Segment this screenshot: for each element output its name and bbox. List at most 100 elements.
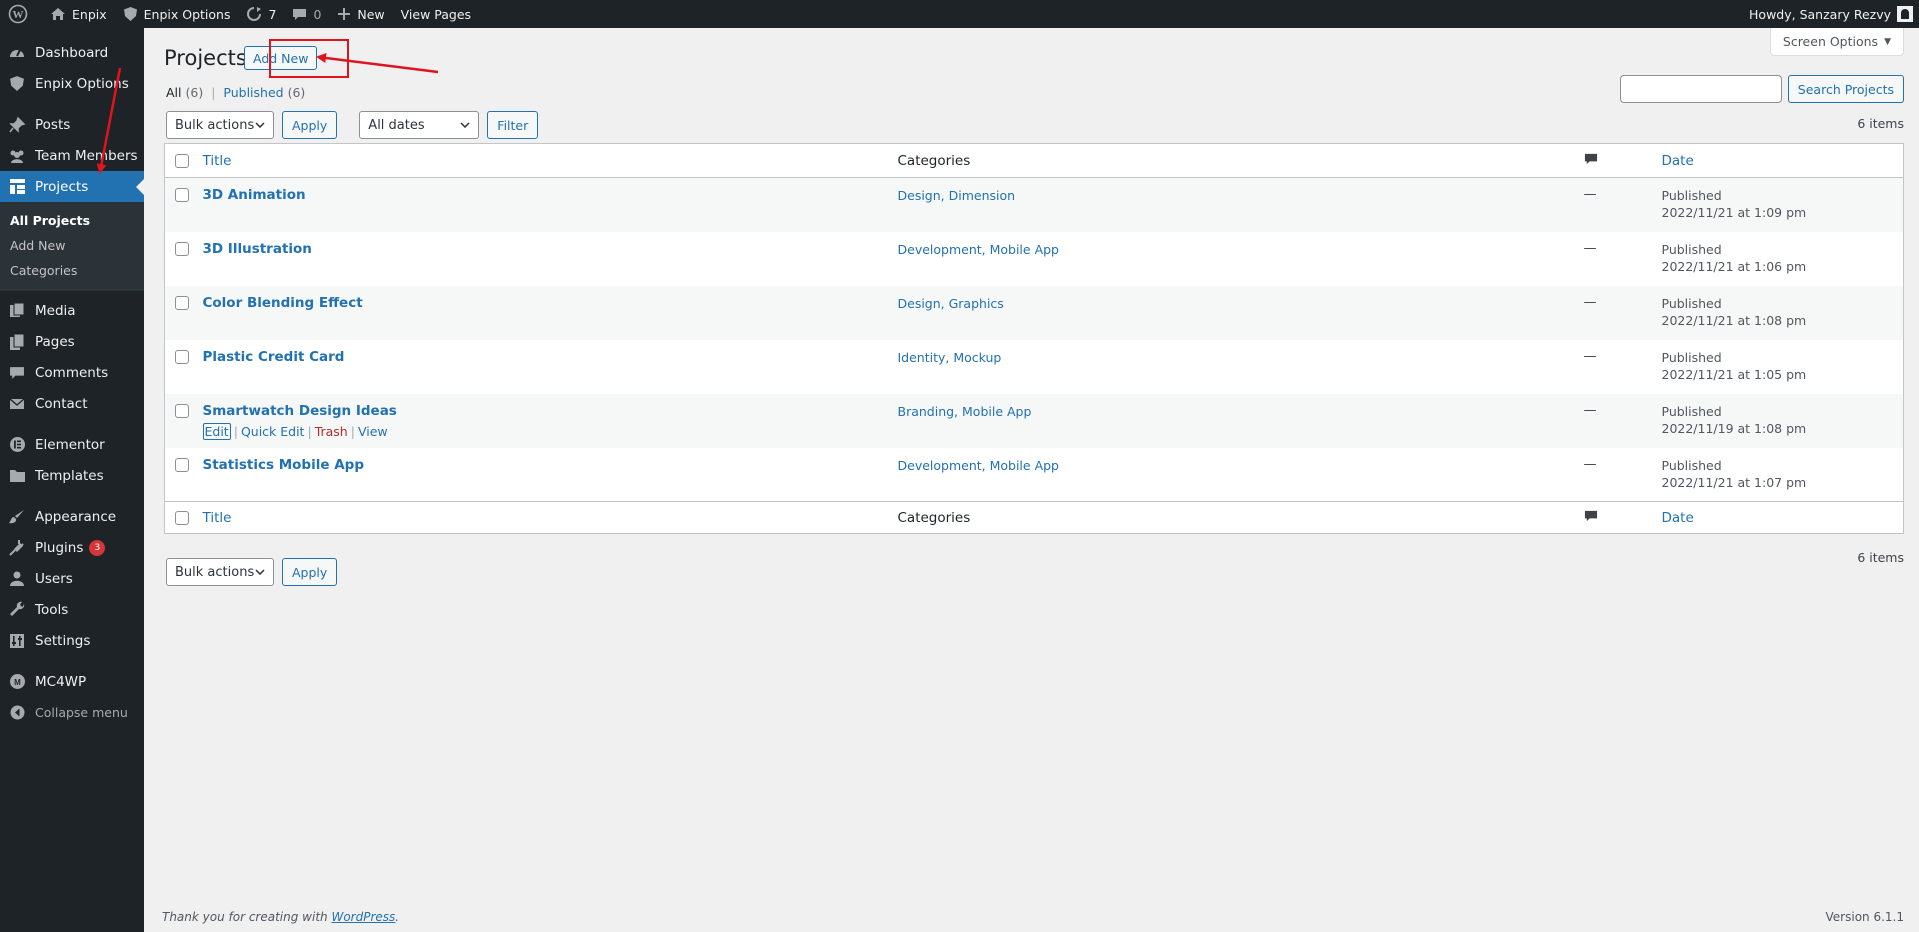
menu-media[interactable]: Media [0,295,144,326]
chevron-down-icon [255,569,265,575]
settings-sliders-icon [8,632,26,650]
menu-team-members[interactable]: Team Members [0,140,144,171]
collapse-menu-button[interactable]: Collapse menu [0,697,144,728]
menu-elementor[interactable]: Elementor [0,429,144,460]
bulk-actions-select-bottom[interactable]: Bulk actions [166,558,274,586]
row-title-link[interactable]: Plastic Credit Card [203,340,898,365]
menu-plugins[interactable]: Plugins 3 [0,532,144,563]
table-row: Color Blending Effect Design, Graphics —… [164,285,1904,340]
menu-enpix-options[interactable]: Enpix Options [0,68,144,99]
row-date: Published 2022/11/19 at 1:08 pm [1661,403,1807,436]
table-row: 3D Illustration Development, Mobile App … [165,232,1904,286]
folder-icon [8,467,26,485]
enpix-options-link[interactable]: Enpix Options [115,0,239,28]
plus-icon [338,8,351,20]
row-action-trash[interactable]: Trash [315,424,348,439]
select-all-checkbox-footer[interactable] [175,510,189,525]
view-pages-link[interactable]: View Pages [393,0,479,28]
mc4wp-logo-icon: M [8,673,26,691]
pages-icon [8,333,26,351]
dates-filter-select[interactable]: All dates [359,111,480,139]
filter-published[interactable]: Published (6) [223,85,305,100]
refresh-icon [247,7,262,21]
row-checkbox[interactable] [175,188,189,202]
my-account-link[interactable]: Howdy, Sanzary Rezvy [1741,0,1919,28]
search-input[interactable] [1619,75,1782,103]
row-checkbox[interactable] [175,457,189,472]
site-name-link[interactable]: Enpix [42,0,115,28]
row-action-edit[interactable]: Edit [202,422,231,440]
status-filter-links: All (6) | Published (6) [166,85,306,100]
row-title-link[interactable]: Statistics Mobile App [203,448,898,473]
filter-button[interactable]: Filter [487,111,539,139]
comment-bubble-icon [1584,510,1597,521]
sort-by-date[interactable]: Date [1662,153,1694,169]
comments-column-header[interactable] [1583,143,1662,178]
portfolio-grid-icon [8,178,26,196]
row-checkbox[interactable] [175,295,189,310]
row-date: Published 2022/11/21 at 1:08 pm [1661,295,1807,328]
search-box: Search Projects [1619,75,1904,103]
select-all-cell [164,143,203,178]
elementor-icon [8,436,26,454]
menu-appearance[interactable]: Appearance [0,501,144,532]
row-title-link[interactable]: Color Blending Effect [203,286,898,311]
row-comments: — [1583,402,1597,418]
admin-bar: W Enpix Enpix Options 7 0 New View Pages… [0,0,1919,28]
wordpress-logo-icon[interactable]: W [0,0,42,28]
submenu-add-new[interactable]: Add New [0,233,144,258]
row-categories[interactable]: Branding, Mobile App [898,394,1584,419]
sort-by-title[interactable]: Title [203,153,232,169]
menu-posts[interactable]: Posts [0,109,144,140]
menu-comments[interactable]: Comments [0,357,144,388]
sort-by-date-footer[interactable]: Date [1662,510,1694,526]
comments-column-footer[interactable] [1583,501,1662,534]
row-categories[interactable]: Development, Mobile App [898,232,1584,257]
comment-bubble-icon [1584,153,1597,164]
row-categories[interactable]: Identity, Mockup [898,340,1584,365]
select-all-checkbox[interactable] [175,153,189,168]
shield-icon [8,75,26,93]
menu-contact[interactable]: Contact [0,388,144,419]
menu-mc4wp[interactable]: M MC4WP [0,666,144,697]
menu-settings[interactable]: Settings [0,625,144,656]
row-title-link[interactable]: Smartwatch Design Ideas [203,394,898,419]
row-categories[interactable]: Development, Mobile App [898,448,1584,473]
sort-by-title-footer[interactable]: Title [203,510,232,526]
new-content-link[interactable]: New [329,0,392,28]
table-row: Plastic Credit Card Identity, Mockup — P… [165,340,1904,394]
search-projects-button[interactable]: Search Projects [1787,75,1904,103]
row-title-link[interactable]: 3D Animation [203,178,898,203]
row-date: Published 2022/11/21 at 1:09 pm [1661,188,1807,220]
menu-users[interactable]: Users [0,563,144,594]
row-title-link[interactable]: 3D Illustration [203,232,898,257]
submenu-categories[interactable]: Categories [0,258,144,283]
row-actions: Edit | Quick Edit | Trash | View [202,422,388,440]
menu-templates[interactable]: Templates [0,460,144,491]
table-row: 3D Animation Design, Dimension — Publish… [164,177,1904,232]
apply-button-bottom[interactable]: Apply [282,558,338,586]
wordpress-link[interactable]: WordPress [331,910,395,924]
row-categories[interactable]: Design, Dimension [898,178,1584,203]
submenu-all-projects[interactable]: All Projects [0,208,144,233]
menu-tools[interactable]: Tools [0,594,144,625]
menu-projects[interactable]: Projects [0,171,144,202]
comments-link[interactable]: 0 [284,0,329,28]
user-icon [8,570,26,588]
row-categories[interactable]: Design, Graphics [898,286,1584,311]
menu-pages[interactable]: Pages [0,326,144,357]
row-checkbox[interactable] [175,403,189,418]
row-date: Published 2022/11/21 at 1:05 pm [1661,349,1807,382]
menu-dashboard[interactable]: Dashboard [0,37,144,68]
screen-options-button[interactable]: Screen Options ▼ [1769,28,1904,56]
chevron-down-icon [460,122,470,128]
row-action-view[interactable]: View [358,424,388,439]
row-checkbox[interactable] [175,241,189,256]
updates-link[interactable]: 7 [238,0,284,28]
row-checkbox[interactable] [175,349,189,364]
apply-button[interactable]: Apply [282,111,338,139]
team-icon [8,147,26,165]
filter-all[interactable]: All (6) [166,85,203,100]
row-action-quick-edit[interactable]: Quick Edit [241,424,305,439]
bulk-actions-select[interactable]: Bulk actions [166,111,274,139]
